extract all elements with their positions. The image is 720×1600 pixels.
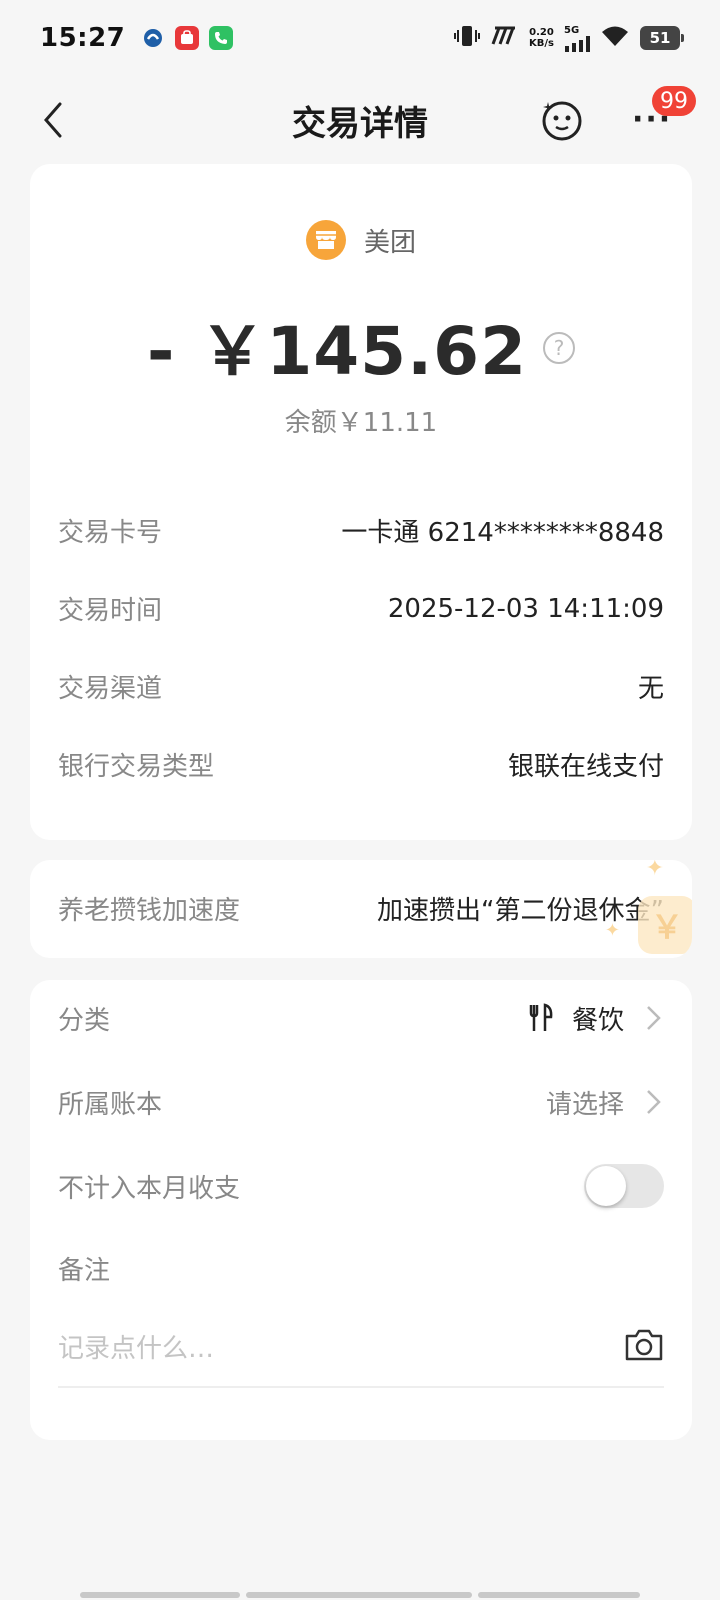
camera-button[interactable] — [624, 1328, 664, 1366]
detail-value: 无 — [637, 674, 664, 704]
fork-knife-icon — [529, 1003, 553, 1031]
detail-label: 交易时间 — [58, 596, 163, 626]
coin-icon: ￥ — [638, 896, 692, 954]
category-value: 餐饮 — [571, 1005, 624, 1036]
cell-signal: 5G — [564, 25, 590, 52]
status-time: 15:27 — [40, 23, 126, 53]
merchant-name: 美团 — [363, 227, 416, 258]
exclude-label: 不计入本月收支 — [58, 1173, 241, 1204]
assistant-face-icon — [542, 101, 582, 141]
category-value-group: 餐饮 — [528, 1000, 664, 1037]
net-speed: 0.20 KB/s — [529, 27, 554, 49]
cell-signal-icon — [565, 35, 590, 52]
toggle-knob — [586, 1166, 626, 1206]
detail-row-type: 银行交易类型 银联在线支付 — [58, 746, 664, 783]
promo-value: 加速攒出“第二份退休金” — [377, 896, 664, 926]
app-notification-icon — [141, 26, 165, 50]
balance: 余额￥11.11 — [284, 408, 438, 438]
note-label: 备注 — [58, 1255, 111, 1286]
note-placeholder: 记录点什么… — [58, 1334, 215, 1364]
page-title: 交易详情 — [292, 103, 428, 144]
exclude-toggle[interactable] — [584, 1164, 664, 1208]
detail-label: 银行交易类型 — [58, 752, 215, 782]
phone-app-icon — [209, 26, 234, 50]
home-indicator — [246, 1592, 472, 1598]
exclude-row: 不计入本月收支 — [58, 1164, 664, 1208]
promo-label: 养老攒钱加速度 — [58, 896, 241, 926]
help-icon[interactable]: ? — [543, 332, 576, 364]
category-label: 分类 — [58, 1005, 111, 1036]
store-icon — [305, 220, 346, 260]
transaction-settings-card: 分类 餐饮 所属账本 请选择 不计入本月收支 备注 记录点什么… — [30, 980, 692, 1440]
detail-value: 一卡通 6214********8848 — [341, 518, 664, 548]
ledger-value: 请选择 — [545, 1089, 624, 1120]
net-speed-value: 0.20 — [529, 27, 554, 38]
detail-row-time: 交易时间 2025-12-03 14:11:09 — [58, 590, 664, 627]
promo-row: 养老攒钱加速度 加速攒出“第二份退休金” — [58, 890, 664, 927]
notification-badge: 99 — [652, 86, 696, 116]
home-indicator — [478, 1592, 640, 1598]
detail-row-channel: 交易渠道 无 — [58, 668, 664, 705]
amount-row: - ￥145.62 ? — [30, 298, 692, 394]
shopping-app-icon — [175, 26, 200, 50]
ledger-label: 所属账本 — [58, 1089, 163, 1120]
detail-value: 2025-12-03 14:11:09 — [387, 593, 664, 624]
detail-label: 交易卡号 — [58, 518, 163, 548]
wifi-icon — [600, 24, 630, 52]
vibrate-icon — [453, 24, 481, 52]
detail-row-card-number: 交易卡号 一卡通 6214********8848 — [58, 512, 664, 549]
merchant: 美团 — [30, 220, 692, 260]
home-indicator — [80, 1592, 240, 1598]
note-row: 备注 — [58, 1248, 664, 1288]
net-speed-unit: KB/s — [529, 38, 554, 49]
camera-icon — [625, 1329, 663, 1361]
detail-value: 银联在线支付 — [507, 752, 664, 782]
signal-m-icon — [491, 26, 519, 50]
network-type: 5G — [564, 24, 580, 36]
note-input[interactable]: 记录点什么… — [58, 1328, 664, 1388]
pension-promo-card[interactable]: 养老攒钱加速度 加速攒出“第二份退休金” ✦ ✦ ￥ — [30, 860, 692, 958]
ledger-value-group: 请选择 — [546, 1084, 664, 1121]
category-row[interactable]: 分类 餐饮 — [58, 998, 664, 1038]
status-right: 0.20 KB/s 5G 51 — [453, 24, 684, 52]
back-arrow-icon — [44, 102, 62, 138]
assistant-button[interactable] — [540, 98, 584, 142]
status-bar: 15:27 0.20 KB/s 5G 51 — [0, 0, 720, 76]
nav-bar: 交易详情 ··· — [0, 76, 720, 164]
status-left: 15:27 — [40, 23, 234, 53]
detail-label: 交易渠道 — [58, 674, 163, 704]
sparkle-icon: ✦ — [604, 920, 620, 941]
transaction-amount: - ￥145.62 — [146, 313, 528, 390]
battery-icon: 51 — [640, 26, 684, 50]
sparkle-icon: ✦ — [645, 860, 664, 881]
chevron-right-icon — [647, 1090, 661, 1114]
chevron-right-icon — [647, 1006, 661, 1030]
transaction-summary-card: 美团 - ￥145.62 ? 余额￥11.11 交易卡号 一卡通 6214***… — [30, 164, 692, 840]
back-button[interactable] — [40, 98, 80, 142]
ledger-row[interactable]: 所属账本 请选择 — [58, 1082, 664, 1122]
